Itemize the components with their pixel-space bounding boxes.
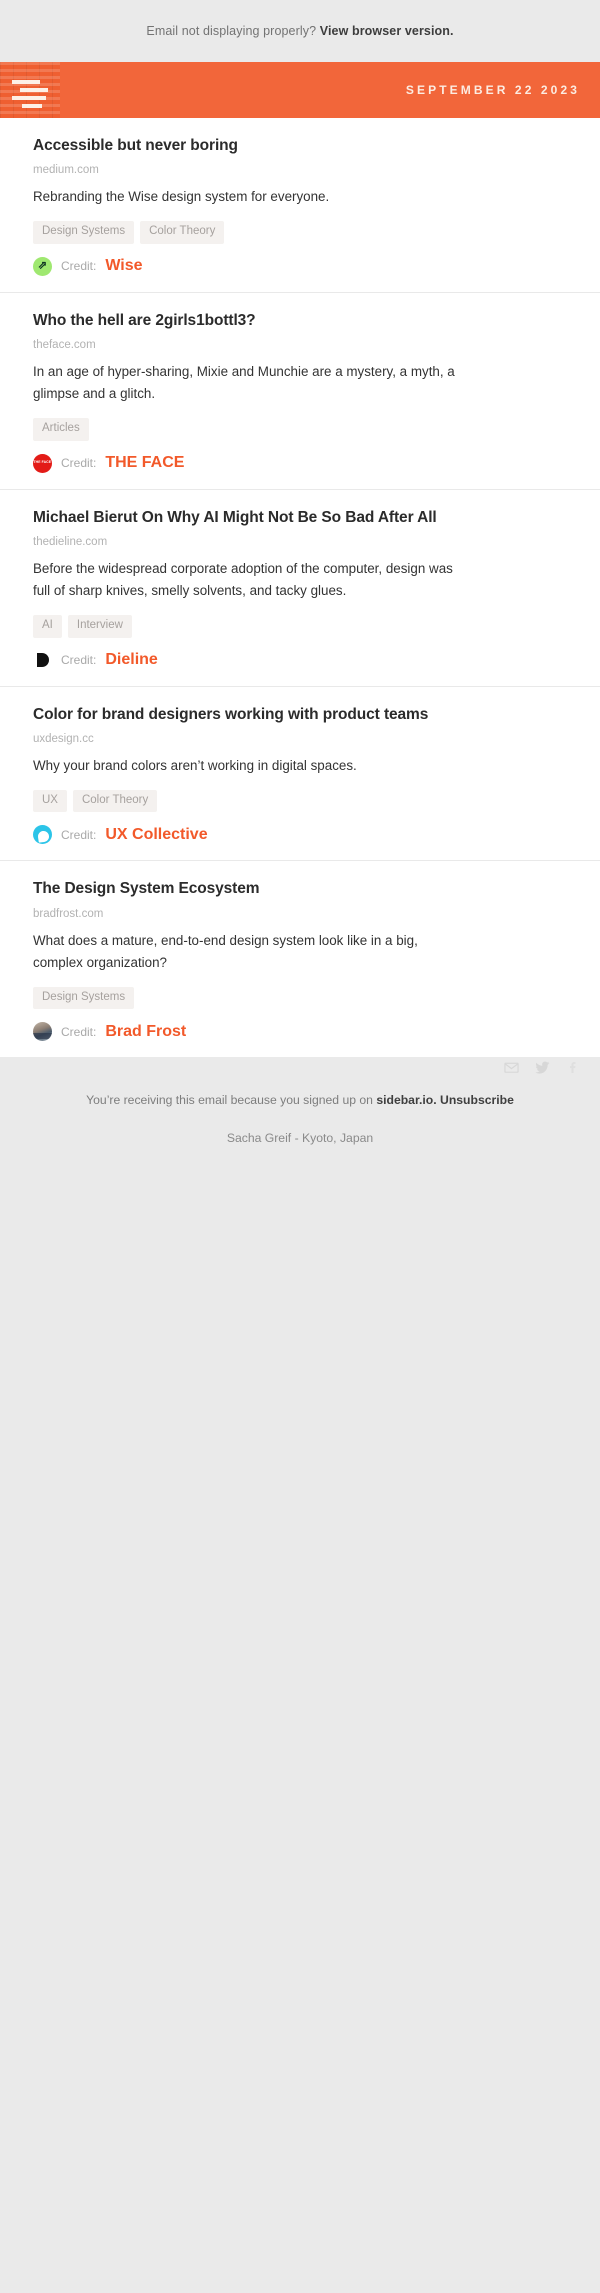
sidebar-logo[interactable] <box>0 62 60 118</box>
ux-collective-avatar-glyph <box>37 830 50 844</box>
article-description: Rebranding the Wise design system for ev… <box>33 189 330 205</box>
view-browser-version-link[interactable]: View browser version. <box>320 24 454 38</box>
article-list: Accessible but never boring medium.com R… <box>0 118 600 1074</box>
credit-link[interactable]: Brad Frost <box>105 1023 186 1041</box>
article-item[interactable]: Accessible but never boring medium.com R… <box>0 118 600 322</box>
article-description: Before the widespread corporate adoption… <box>33 561 453 599</box>
credit-link[interactable]: Wise <box>105 257 142 275</box>
share-icons <box>504 1060 580 1074</box>
unsubscribe-link[interactable]: Unsubscribe <box>440 1093 514 1107</box>
article-item[interactable]: The Design System Ecosystem bradfrost.co… <box>0 861 600 1074</box>
dieline-avatar-glyph <box>36 653 49 668</box>
the-face-avatar: THE FACE <box>33 453 52 473</box>
tag-chip[interactable]: Design Systems <box>33 221 135 244</box>
credit-label: Credit: <box>61 653 97 668</box>
article-source: theface.com <box>33 339 96 352</box>
credit-link[interactable]: Dieline <box>105 651 157 669</box>
article-item[interactable]: Who the hell are 2girls1bottl3? theface.… <box>0 292 600 506</box>
article-title[interactable]: The Design System Ecosystem <box>33 879 470 898</box>
masthead: SEPTEMBER 22 2023 <box>0 62 600 118</box>
wise-avatar-glyph: ⇗ <box>37 259 48 272</box>
preheader-text: Email not displaying properly? View brow… <box>146 24 453 38</box>
article-credit: Credit: Brad Frost <box>33 1022 470 1042</box>
facebook-share-icon[interactable] <box>566 1060 580 1074</box>
tag-chip[interactable]: Color Theory <box>72 789 158 813</box>
article-title[interactable]: Michael Bierut On Why AI Might Not Be So… <box>33 508 470 527</box>
article-content: Who the hell are 2girls1bottl3? theface.… <box>33 311 580 473</box>
credit-link[interactable]: THE FACE <box>105 454 184 472</box>
footer-signup-note: You’re receiving this email because you … <box>20 1093 580 1107</box>
article-item[interactable]: Michael Bierut On Why AI Might Not Be So… <box>0 489 600 703</box>
article-credit: Credit: Dieline <box>33 651 470 670</box>
article-source: bradfrost.com <box>33 907 104 920</box>
article-tags: Articles <box>33 418 470 441</box>
footer-site-name[interactable]: sidebar.io <box>376 1093 433 1107</box>
credit-label: Credit: <box>61 456 97 471</box>
article-tags: Design Systems Color Theory <box>33 221 470 244</box>
article-credit: THE FACE Credit: THE FACE <box>33 453 470 473</box>
logo-bars-icon <box>0 62 60 118</box>
article-content: Accessible but never boring medium.com R… <box>33 136 580 276</box>
credit-label: Credit: <box>61 1024 97 1039</box>
credit-label: Credit: <box>61 827 97 842</box>
article-description: Why your brand colors aren’t working in … <box>33 757 357 773</box>
tag-chip[interactable]: Design Systems <box>33 986 135 1010</box>
tag-chip[interactable]: Interview <box>67 615 132 638</box>
article-credit: ⇗ Credit: Wise <box>33 256 470 276</box>
twitter-share-icon[interactable] <box>535 1060 550 1074</box>
brad-frost-avatar-glyph <box>33 1032 52 1039</box>
article-title[interactable]: Color for brand designers working with p… <box>33 705 470 724</box>
ux-collective-avatar <box>33 825 52 845</box>
credit-label: Credit: <box>61 259 97 274</box>
tag-chip[interactable]: UX <box>33 789 67 813</box>
dieline-avatar <box>33 651 52 670</box>
article-source: medium.com <box>33 164 99 177</box>
credit-link[interactable]: UX Collective <box>105 826 207 844</box>
tag-chip[interactable]: AI <box>33 615 62 638</box>
footer-period: . <box>433 1093 437 1108</box>
footer-author: Sacha Greif - Kyoto, Japan <box>226 1131 374 1146</box>
article-source: uxdesign.cc <box>33 732 94 745</box>
article-credit: Credit: UX Collective <box>33 825 470 845</box>
article-content: The Design System Ecosystem bradfrost.co… <box>33 879 580 1042</box>
email-share-icon[interactable] <box>504 1060 519 1074</box>
article-tags: Design Systems <box>33 986 470 1010</box>
article-item[interactable]: Color for brand designers working with p… <box>0 686 600 891</box>
article-title[interactable]: Accessible but never boring <box>33 136 470 155</box>
article-title[interactable]: Who the hell are 2girls1bottl3? <box>33 311 470 330</box>
preheader-bar: Email not displaying properly? View brow… <box>0 0 600 62</box>
tag-chip[interactable]: Color Theory <box>140 221 225 244</box>
article-content: Michael Bierut On Why AI Might Not Be So… <box>33 508 580 670</box>
article-content: Color for brand designers working with p… <box>33 705 580 845</box>
article-source: thedieline.com <box>33 536 108 549</box>
article-description: What does a mature, end-to-end design sy… <box>33 932 418 970</box>
article-tags: AI Interview <box>33 615 470 638</box>
article-description: In an age of hyper-sharing, Mixie and Mu… <box>33 364 455 402</box>
preheader-message: Email not displaying properly? <box>146 24 317 38</box>
the-face-avatar-glyph: THE FACE <box>33 460 52 465</box>
footer: You’re receiving this email because you … <box>0 1057 600 2293</box>
brad-frost-avatar <box>33 1022 52 1042</box>
tag-chip[interactable]: Articles <box>33 418 89 441</box>
article-tags: UX Color Theory <box>33 789 470 813</box>
issue-date: SEPTEMBER 22 2023 <box>405 83 580 97</box>
footer-note-prefix: You’re receiving this email because you … <box>86 1093 373 1108</box>
wise-avatar: ⇗ <box>33 256 52 276</box>
